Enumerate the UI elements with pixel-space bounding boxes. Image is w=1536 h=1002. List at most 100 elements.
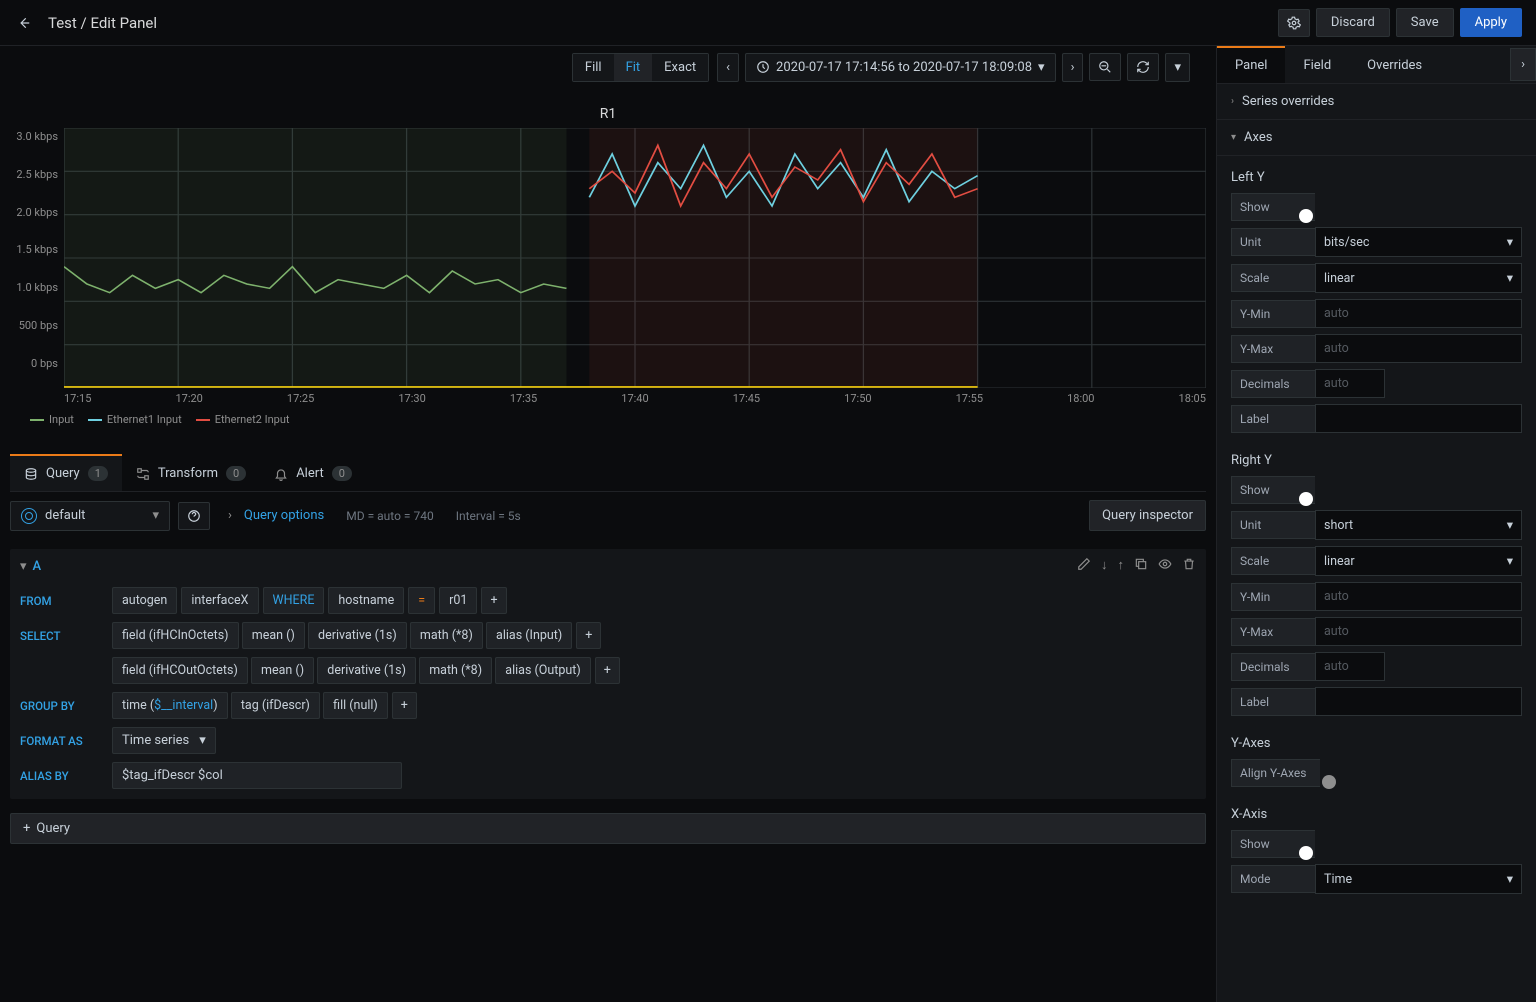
righty-ymax-input[interactable] (1315, 617, 1522, 646)
lefty-heading: Left Y (1231, 170, 1522, 185)
add-select1-button[interactable]: + (576, 622, 601, 649)
add-where-button[interactable]: + (481, 587, 506, 614)
groupby-keyword: GROUP BY (20, 693, 108, 719)
format-as-select[interactable]: Time series ▾ (112, 727, 216, 754)
datasource-name: default (45, 508, 85, 523)
from-measurement[interactable]: interfaceX (181, 587, 258, 614)
select2-token-2[interactable]: derivative (1s) (317, 657, 416, 684)
add-query-button[interactable]: + Query (10, 813, 1206, 844)
select1-token-1[interactable]: mean () (242, 622, 305, 649)
where-operator[interactable]: = (408, 587, 435, 614)
lefty-scale-select[interactable]: linear▾ (1315, 263, 1522, 293)
righty-label-label: Label (1231, 688, 1315, 716)
legend-item[interactable]: Input (30, 413, 74, 426)
select-keyword: SELECT (20, 623, 108, 649)
tab-query-label: Query (46, 466, 80, 481)
settings-button[interactable] (1278, 9, 1310, 37)
chevron-right-icon: › (1231, 96, 1234, 107)
right-tab-panel[interactable]: Panel (1217, 46, 1285, 83)
y-axis: 3.0 kbps2.5 kbps2.0 kbps1.5 kbps1.0 kbps… (10, 128, 64, 388)
plus-icon: + (23, 821, 30, 836)
time-range-picker[interactable]: 2020-07-17 17:14:56 to 2020-07-17 18:09:… (745, 53, 1056, 82)
back-button[interactable] (14, 13, 34, 33)
where-value[interactable]: r01 (439, 587, 477, 614)
add-select2-button[interactable]: + (595, 657, 620, 684)
move-down-icon[interactable]: ↓ (1101, 557, 1108, 575)
tab-alert[interactable]: Alert 0 (260, 454, 366, 491)
select2-token-0[interactable]: field (ifHCOutOctets) (112, 657, 248, 684)
select1-token-2[interactable]: derivative (1s) (308, 622, 407, 649)
righty-unit-select[interactable]: short▾ (1315, 510, 1522, 540)
select2-token-1[interactable]: mean () (251, 657, 314, 684)
from-policy[interactable]: autogen (112, 587, 177, 614)
query-count-badge: 1 (88, 466, 108, 481)
righty-ymin-input[interactable] (1315, 582, 1522, 611)
view-exact[interactable]: Exact (652, 54, 708, 81)
discard-button[interactable]: Discard (1316, 8, 1390, 37)
xaxis-mode-select[interactable]: Time▾ (1315, 864, 1522, 894)
caret-down-icon: ▾ (1507, 871, 1513, 887)
select2-token-3[interactable]: math (*8) (419, 657, 492, 684)
view-fill[interactable]: Fill (573, 54, 614, 81)
collapse-sidebar-button[interactable]: › (1510, 48, 1536, 81)
select1-token-4[interactable]: alias (Input) (486, 622, 572, 649)
chevron-right-icon: › (228, 508, 232, 523)
time-prev-button[interactable]: ‹ (717, 53, 739, 82)
duplicate-query-icon[interactable] (1134, 557, 1148, 575)
zoom-out-button[interactable] (1089, 53, 1121, 81)
datasource-select[interactable]: default ▾ (10, 501, 170, 531)
refresh-button[interactable] (1127, 53, 1159, 81)
righty-scale-select[interactable]: linear▾ (1315, 546, 1522, 576)
groupby-token-2[interactable]: fill (null) (323, 692, 388, 719)
lefty-ymax-input[interactable] (1315, 334, 1522, 363)
query-letter: A (33, 559, 42, 574)
datasource-help-button[interactable] (178, 502, 210, 530)
legend-item[interactable]: Ethernet1 Input (88, 413, 182, 426)
where-tag[interactable]: hostname (328, 587, 404, 614)
lefty-ymin-input[interactable] (1315, 299, 1522, 328)
refresh-interval-button[interactable]: ▾ (1165, 53, 1190, 82)
chevron-down-icon: ▾ (1507, 517, 1513, 533)
right-tab-overrides[interactable]: Overrides (1349, 46, 1440, 83)
add-groupby-button[interactable]: + (392, 692, 417, 719)
series-overrides-label: Series overrides (1242, 94, 1334, 109)
tab-transform[interactable]: Transform 0 (122, 454, 260, 491)
apply-button[interactable]: Apply (1460, 8, 1522, 37)
groupby-token-1[interactable]: tag (ifDescr) (231, 692, 320, 719)
select1-token-0[interactable]: field (ifHCInOctets) (112, 622, 239, 649)
tab-query[interactable]: Query 1 (10, 454, 122, 491)
groupby-token-0[interactable]: time ($__interval) (112, 692, 228, 719)
x-axis: 17:1517:2017:2517:3017:3517:4017:4517:50… (10, 388, 1206, 405)
view-mode-group: Fill Fit Exact (572, 53, 709, 82)
righty-unit-label: Unit (1231, 511, 1315, 539)
page-title: Test / Edit Panel (48, 14, 157, 32)
edit-query-icon[interactable] (1077, 557, 1091, 575)
lefty-unit-select[interactable]: bits/sec▾ (1315, 227, 1522, 257)
toggle-query-visibility-icon[interactable] (1158, 557, 1172, 575)
save-button[interactable]: Save (1396, 8, 1454, 37)
move-up-icon[interactable]: ↑ (1118, 557, 1125, 575)
collapse-query-icon[interactable]: ▾ (20, 559, 27, 574)
lefty-decimals-input[interactable] (1315, 369, 1385, 398)
righty-decimals-input[interactable] (1315, 652, 1385, 681)
query-options-link[interactable]: Query options (244, 508, 324, 523)
editor-tabs: Query 1 Transform 0 Alert 0 (10, 454, 1206, 492)
formatas-keyword: FORMAT AS (20, 728, 108, 754)
time-next-button[interactable]: › (1062, 53, 1084, 82)
select2-token-4[interactable]: alias (Output) (495, 657, 590, 684)
transform-count-badge: 0 (226, 466, 246, 481)
section-axes[interactable]: ▾ Axes (1217, 120, 1536, 156)
view-fit[interactable]: Fit (614, 54, 653, 81)
select1-token-3[interactable]: math (*8) (410, 622, 483, 649)
right-tab-field[interactable]: Field (1285, 46, 1349, 83)
graph-panel: R1 3.0 kbps2.5 kbps2.0 kbps1.5 kbps1.0 k… (10, 106, 1206, 426)
lefty-label-input[interactable] (1315, 404, 1522, 433)
delete-query-icon[interactable] (1182, 557, 1196, 575)
where-keyword: WHERE (263, 587, 325, 614)
query-inspector-button[interactable]: Query inspector (1089, 500, 1206, 531)
chart-plot-area[interactable] (64, 128, 1206, 388)
alias-by-input[interactable]: $tag_ifDescr $col (112, 762, 402, 789)
section-series-overrides[interactable]: › Series overrides (1217, 84, 1536, 120)
legend-item[interactable]: Ethernet2 Input (196, 413, 290, 426)
righty-label-input[interactable] (1315, 687, 1522, 716)
